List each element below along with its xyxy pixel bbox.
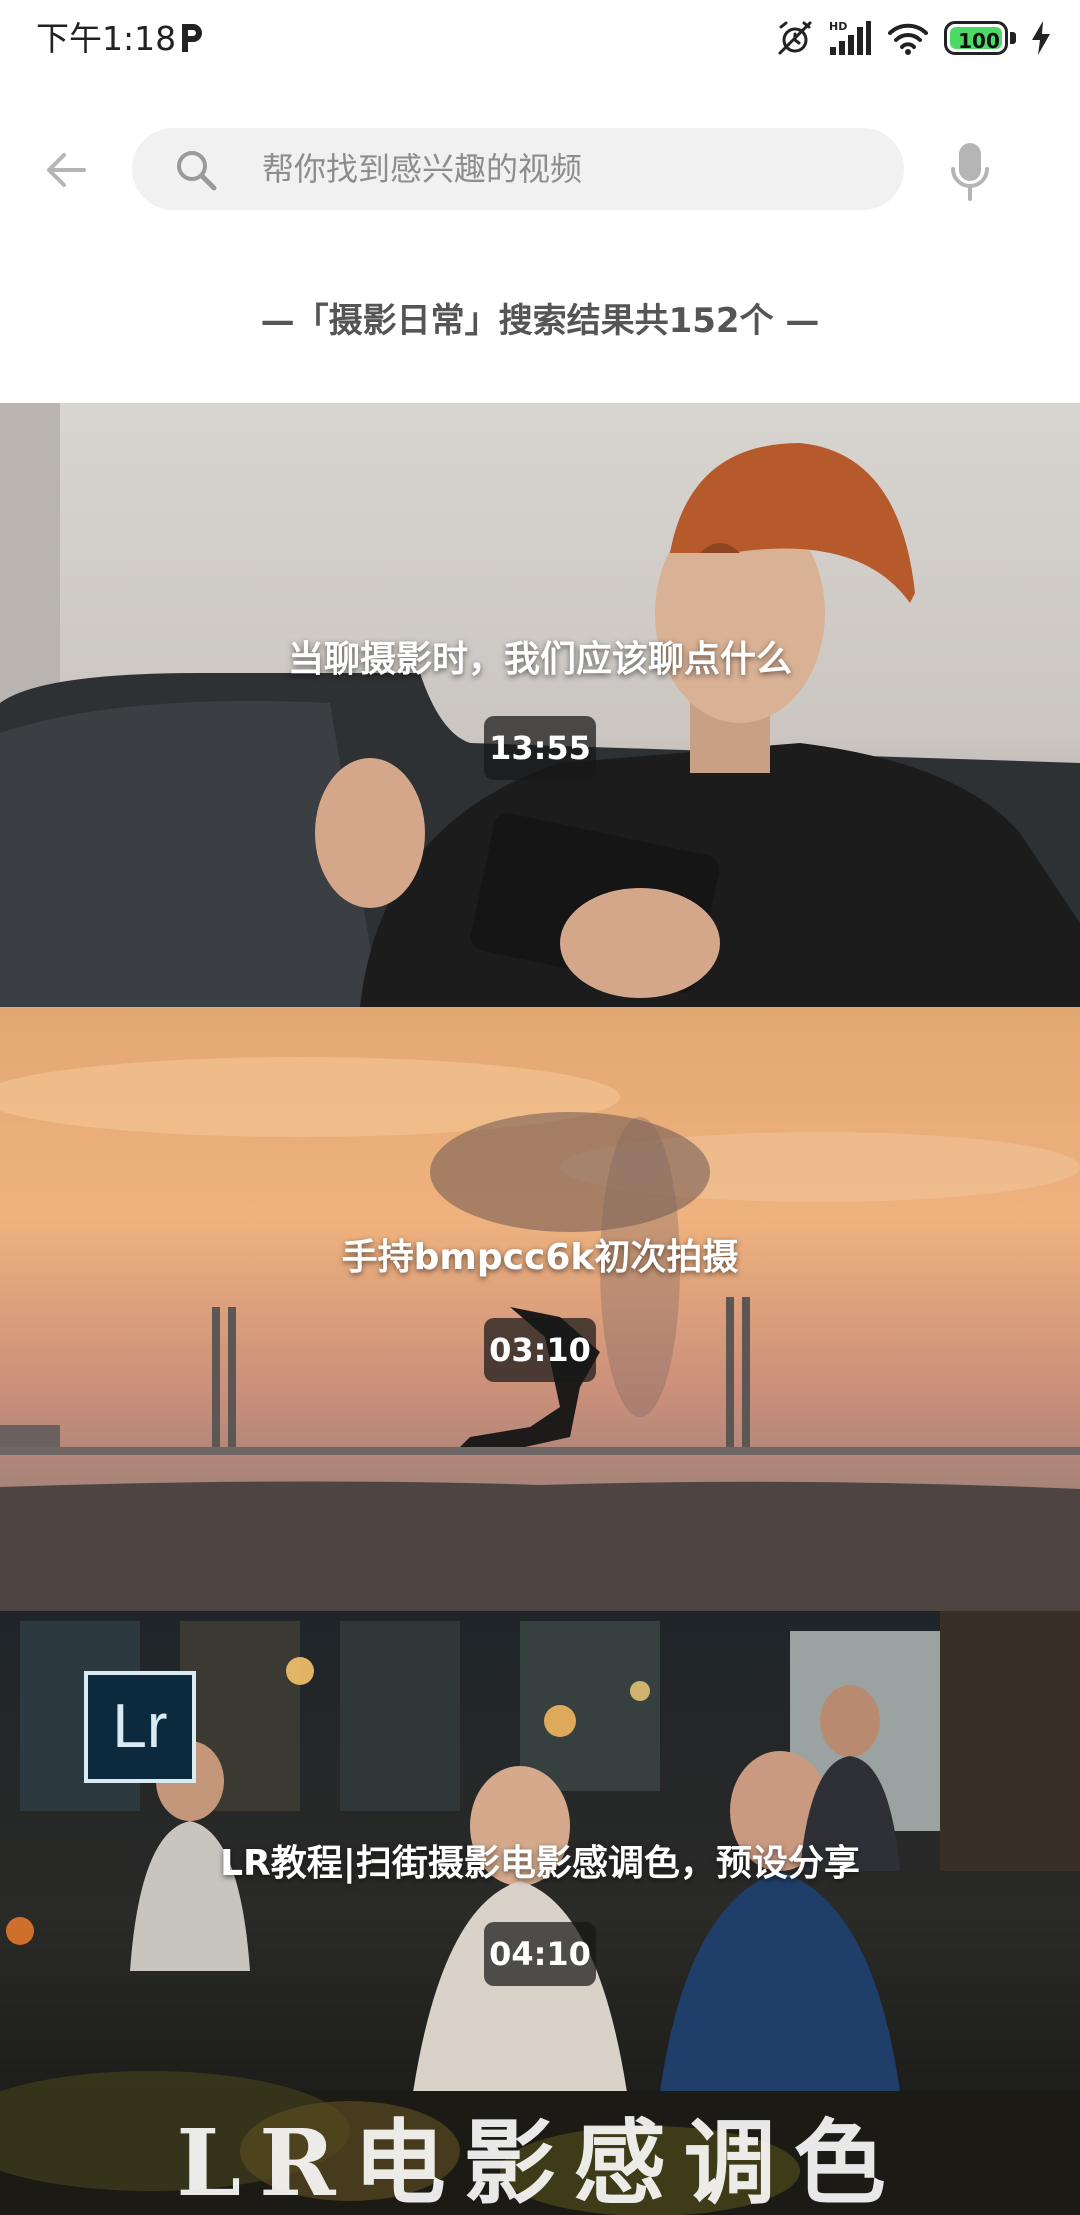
hd-signal-icon: HD	[828, 19, 872, 57]
search-input[interactable]	[262, 128, 862, 210]
wifi-icon	[886, 19, 930, 57]
status-bar: 下午1:18 HD 100	[0, 0, 1080, 78]
video-title: 手持bmpcc6k初次拍摄	[341, 1237, 739, 1278]
svg-text:HD: HD	[829, 20, 847, 33]
video-card[interactable]: Lr LR教程|扫街摄影电影感调色，预设分享 04:10 LR电影感调色	[0, 1611, 1080, 2215]
parking-app-icon	[178, 22, 206, 54]
video-title: 当聊摄影时，我们应该聊点什么	[287, 639, 792, 680]
lightroom-logo: Lr	[84, 1671, 196, 1783]
microphone-icon	[951, 143, 989, 201]
video-duration: 04:10	[484, 1922, 596, 1986]
status-time: 下午1:18	[36, 19, 177, 58]
video-card[interactable]: 当聊摄影时，我们应该聊点什么 13:55	[0, 403, 1080, 1007]
charging-bolt-icon	[1030, 20, 1052, 56]
voice-search-button[interactable]	[940, 136, 1000, 208]
arrow-left-icon	[47, 153, 86, 187]
video-thumbnail	[0, 403, 1080, 1007]
back-button[interactable]	[30, 134, 102, 206]
video-duration: 13:55	[484, 716, 596, 780]
status-icons: HD 100	[776, 16, 1052, 60]
alarm-off-icon	[776, 19, 814, 57]
search-icon	[174, 148, 218, 192]
thumbnail-caption: LR电影感调色	[176, 2109, 904, 2215]
video-duration: 03:10	[484, 1318, 596, 1382]
search-result-summary: —「摄影日常」搜索结果共152个 —	[260, 301, 820, 341]
video-card[interactable]: 手持bmpcc6k初次拍摄 03:10	[0, 1007, 1080, 1611]
battery-level-text: 100	[958, 29, 1000, 53]
battery-icon: 100	[944, 21, 1016, 55]
video-thumbnail	[0, 1007, 1080, 1611]
video-title: LR教程|扫街摄影电影感调色，预设分享	[220, 1843, 860, 1884]
search-bar[interactable]	[132, 128, 904, 210]
